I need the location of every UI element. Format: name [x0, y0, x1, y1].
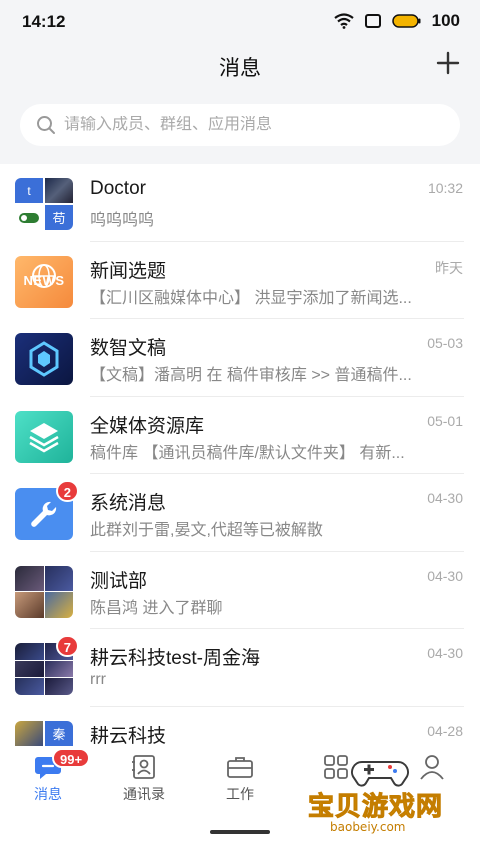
- conversation-name: 系统消息: [90, 493, 167, 514]
- document-cube-icon: [29, 341, 59, 377]
- unread-badge: 99+: [52, 748, 91, 768]
- unread-badge: 2: [55, 480, 79, 502]
- conversation-time: 04-30: [427, 490, 463, 506]
- conversation-preview: rrr: [90, 671, 106, 688]
- conversation-item[interactable]: t 苟 Doctor 呜呜呜呜 10:32: [0, 164, 480, 242]
- conversation-time: 05-03: [427, 335, 463, 351]
- app-avatar: [15, 410, 73, 463]
- conversation-preview: 【汇川区融媒体中心】 洪显宇添加了新闻选...: [90, 289, 412, 307]
- avatar-tile-image: [15, 720, 43, 746]
- avatar-tile-image: [44, 592, 73, 618]
- battery-icon: [391, 14, 421, 28]
- conversation-time: 10:32: [427, 180, 463, 196]
- gamepad-icon: [351, 761, 409, 787]
- tab-label: 消息: [34, 786, 62, 802]
- conversation-time: 04-30: [427, 567, 463, 584]
- conversation-item[interactable]: 全媒体资源库 稿件库 【通讯员稿件库/默认文件夹】 有新... 05-01: [0, 397, 480, 474]
- conversation-list: t 苟 Doctor 呜呜呜呜 10:32 NEWS 新闻选题 【汇川区融媒体中…: [0, 164, 480, 746]
- avatar-tile-image: [44, 565, 73, 591]
- tab-contacts[interactable]: 通讯录: [96, 746, 192, 816]
- news-avatar: NEWS: [15, 255, 73, 308]
- conversation-preview: 呜呜呜呜: [90, 212, 155, 229]
- avatar-tile: t: [15, 178, 43, 203]
- status-icons: 100: [333, 11, 460, 31]
- conversation-item[interactable]: NEWS 新闻选题 【汇川区融媒体中心】 洪显宇添加了新闻选... 昨天: [0, 242, 480, 319]
- avatar-tile-image: [15, 678, 44, 695]
- avatar-tile-image: [15, 643, 44, 660]
- conversation-name: 耕云科技: [90, 725, 167, 747]
- page-title: 消息: [219, 57, 261, 80]
- conversation-item[interactable]: 秦 耕云科技 04-28: [0, 707, 480, 747]
- home-indicator[interactable]: [210, 830, 270, 834]
- conversation-name: 新闻选题: [90, 260, 167, 282]
- wifi-icon: [333, 13, 354, 29]
- contacts-icon: [132, 755, 155, 779]
- conversation-preview: 此群刘于雷,晏文,代超等已被解散: [90, 522, 323, 539]
- conversation-name: 耕云科技test-周金海: [90, 648, 260, 669]
- briefcase-icon: [227, 757, 253, 778]
- conversation-name: Doctor: [90, 178, 146, 199]
- title-bar: 消息: [0, 44, 480, 88]
- conversation-item[interactable]: 7 耕云科技test-周金海 rrr 04-30: [0, 629, 480, 707]
- battery-level: 100: [431, 11, 460, 30]
- avatar-tile-image: [44, 678, 73, 695]
- conversation-item[interactable]: 测试部 陈昌鸿 进入了群聊 04-30: [0, 552, 480, 629]
- avatar-tile-image: [45, 178, 73, 203]
- conversation-preview: 陈昌鸿 进入了群聊: [90, 599, 223, 617]
- tab-label: 通讯录: [123, 786, 165, 802]
- conversation-time: 05-01: [427, 412, 463, 429]
- conversation-name: 数智文稿: [90, 338, 167, 359]
- avatar-tile-image: [44, 660, 73, 678]
- group-avatar: 秦: [15, 720, 73, 746]
- avatar-grid: t 苟: [15, 178, 73, 230]
- avatar-tile: 苟: [45, 205, 73, 230]
- layers-icon: [29, 422, 59, 452]
- conversation-time: 04-30: [427, 645, 463, 661]
- app-avatar: 2: [15, 480, 79, 540]
- sim-card-icon: [364, 14, 381, 28]
- conversation-name: 全媒体资源库: [90, 415, 205, 437]
- news-label: NEWS: [23, 272, 65, 288]
- search-box[interactable]: [20, 104, 460, 146]
- avatar-tile-image: [15, 565, 44, 591]
- watermark-text: 宝贝游戏网: [307, 791, 444, 822]
- conversation-preview: 【文稿】潘高明 在 稿件审核库 >> 普通稿件...: [90, 367, 412, 384]
- tab-messages[interactable]: 消息 99+: [0, 746, 96, 816]
- unread-badge: 7: [55, 635, 79, 657]
- search-area: [0, 88, 480, 164]
- group-avatar: 7: [15, 635, 79, 695]
- toggle-icon: [15, 205, 43, 230]
- search-icon: [37, 116, 55, 134]
- search-input[interactable]: [64, 116, 444, 134]
- conversation-name: 测试部: [90, 570, 148, 592]
- group-avatar: [15, 565, 73, 618]
- conversation-preview: 稿件库 【通讯员稿件库/默认文件夹】 有新...: [90, 444, 405, 462]
- status-bar: 14:12 100: [0, 0, 480, 44]
- status-time: 14:12: [22, 12, 66, 31]
- app-avatar: [15, 333, 73, 385]
- watermark-url: baobeiy.com: [330, 820, 406, 834]
- conversation-time: 昨天: [435, 259, 463, 276]
- tab-work[interactable]: 工作: [192, 746, 288, 816]
- avatar-tile: 秦: [45, 720, 73, 746]
- add-icon[interactable]: [434, 49, 462, 77]
- conversation-time: 04-28: [427, 722, 463, 739]
- tab-label: 工作: [226, 786, 254, 802]
- watermark: 宝贝游戏网 baobeiy.com: [300, 752, 470, 836]
- conversation-item[interactable]: 数智文稿 【文稿】潘高明 在 稿件审核库 >> 普通稿件... 05-03: [0, 319, 480, 397]
- avatar-tile-image: [15, 592, 44, 618]
- avatar-tile-image: [15, 660, 44, 678]
- conversation-item[interactable]: 2 系统消息 此群刘于雷,晏文,代超等已被解散 04-30: [0, 474, 480, 552]
